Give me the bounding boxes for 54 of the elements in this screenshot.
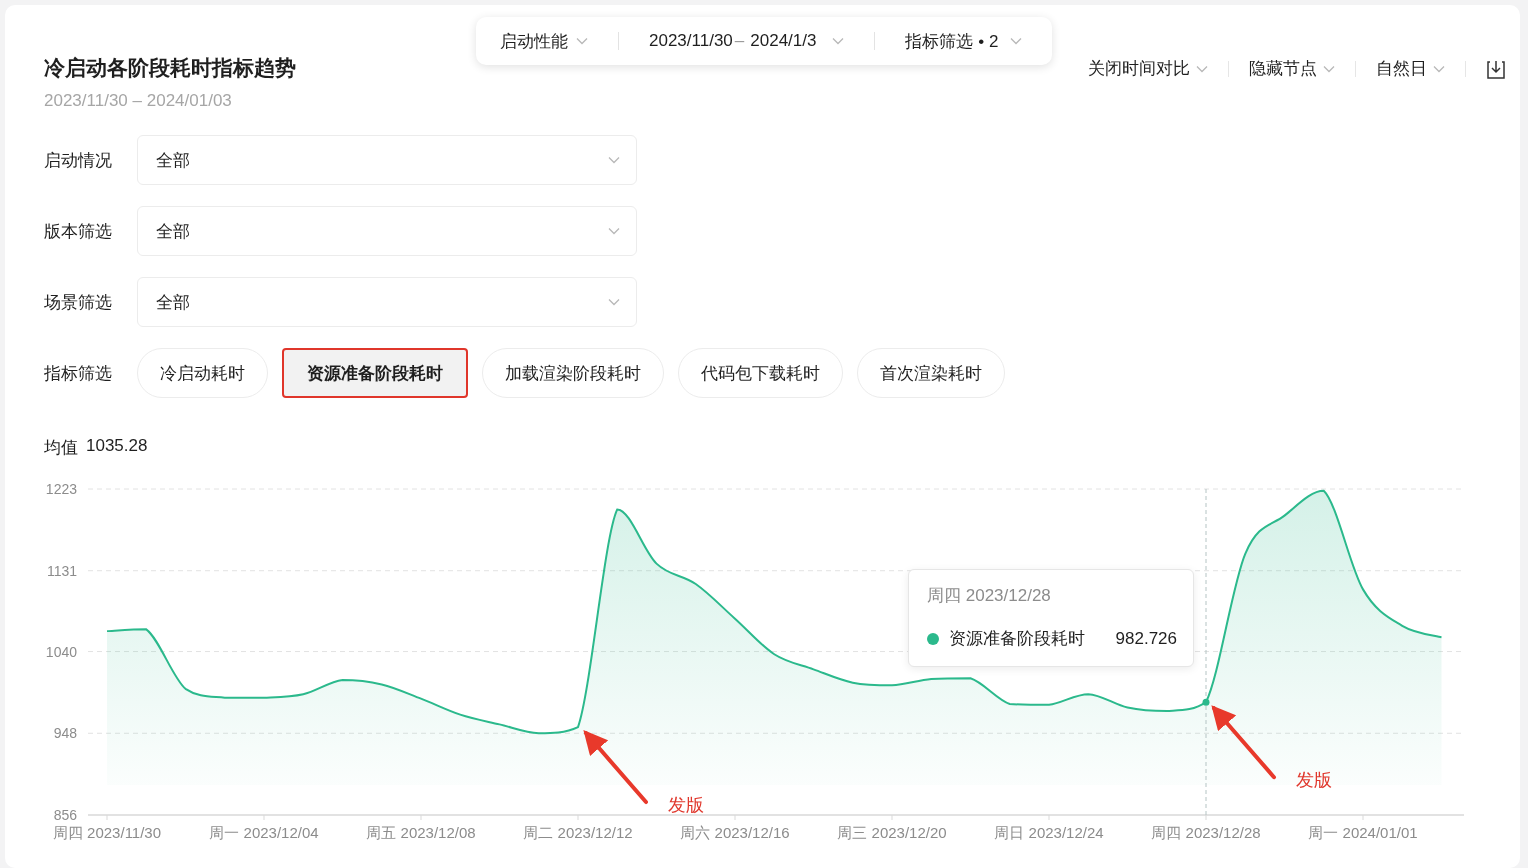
toolbar-dropdown[interactable]: 关闭时间对比 — [1088, 57, 1190, 80]
y-axis-label: 1040 — [45, 643, 77, 660]
metric-filter-dropdown[interactable]: 指标筛选 • 2 — [905, 29, 999, 53]
metric-chip[interactable]: 代码包下载耗时 — [678, 348, 843, 398]
module-dropdown[interactable]: 启动性能 — [500, 29, 568, 53]
chart-title: 冷启动各阶段耗时指标趋势 — [44, 55, 296, 81]
metric-chip[interactable]: 冷启动耗时 — [137, 348, 268, 398]
x-axis-label: 周六 2023/12/16 — [680, 824, 790, 841]
filter-label: 版本筛选 — [44, 220, 113, 243]
tooltip-date: 周四 2023/12/28 — [927, 585, 1052, 607]
chevron-down-icon — [608, 298, 620, 306]
chevron-down-icon — [1433, 64, 1445, 73]
date-range: 2023/11/30 – 2024/01/03 — [44, 91, 233, 111]
toolbar-dropdown[interactable]: 自然日 — [1376, 57, 1427, 80]
chevron-down-icon — [1323, 64, 1335, 73]
x-axis-label: 周五 2023/12/08 — [366, 824, 476, 841]
mean-label: 均值 — [44, 437, 78, 459]
download-icon[interactable] — [1486, 58, 1506, 79]
data-point — [1202, 698, 1210, 706]
chevron-down-icon — [1196, 64, 1208, 73]
date-separator: – — [734, 31, 745, 51]
y-axis-label: 856 — [53, 807, 77, 823]
chevron-down-icon — [832, 37, 845, 45]
x-axis-label: 周二 2023/12/12 — [523, 824, 633, 841]
chevron-down-icon — [576, 37, 588, 45]
x-axis-label: 周四 2023/12/28 — [1151, 824, 1261, 841]
chevron-down-icon — [1010, 37, 1023, 45]
filter-label: 指标筛选 — [44, 362, 113, 385]
mean-value: 1035.28 — [86, 436, 148, 457]
end-date[interactable]: 2024/1/3 — [750, 31, 817, 51]
y-axis-label: 948 — [53, 725, 77, 742]
metric-chip[interactable]: 加载渲染阶段耗时 — [482, 348, 664, 398]
tooltip-value: 982.726 — [1115, 628, 1177, 649]
metric-chip[interactable]: 资源准备阶段耗时 — [282, 348, 468, 398]
toolbar-dropdown[interactable]: 隐藏节点 — [1249, 57, 1317, 80]
x-axis-label: 周四 2023/11/30 — [52, 824, 162, 841]
chevron-down-icon — [608, 227, 620, 235]
x-axis-label: 周一 2023/12/04 — [209, 824, 319, 841]
chevron-down-icon — [608, 156, 620, 164]
annotation-text: 发版 — [668, 795, 704, 816]
select-field[interactable]: 全部 — [137, 135, 637, 185]
y-axis-label: 1223 — [45, 481, 77, 497]
x-axis-label: 周日 2023/12/24 — [994, 824, 1104, 841]
x-axis-label: 周三 2023/12/20 — [837, 824, 947, 841]
tooltip-series: 资源准备阶段耗时 — [949, 628, 1085, 650]
select-field[interactable]: 全部 — [137, 277, 637, 327]
metric-chip[interactable]: 首次渲染耗时 — [857, 348, 1005, 398]
filter-label: 场景筛选 — [44, 291, 113, 314]
y-axis-label: 1131 — [46, 562, 77, 579]
select-field[interactable]: 全部 — [137, 206, 637, 256]
annotation-text: 发版 — [1296, 770, 1332, 791]
filter-label: 启动情况 — [44, 149, 113, 172]
x-axis-label: 周一 2024/01/01 — [1308, 824, 1418, 841]
start-date[interactable]: 2023/11/30 — [649, 31, 733, 51]
